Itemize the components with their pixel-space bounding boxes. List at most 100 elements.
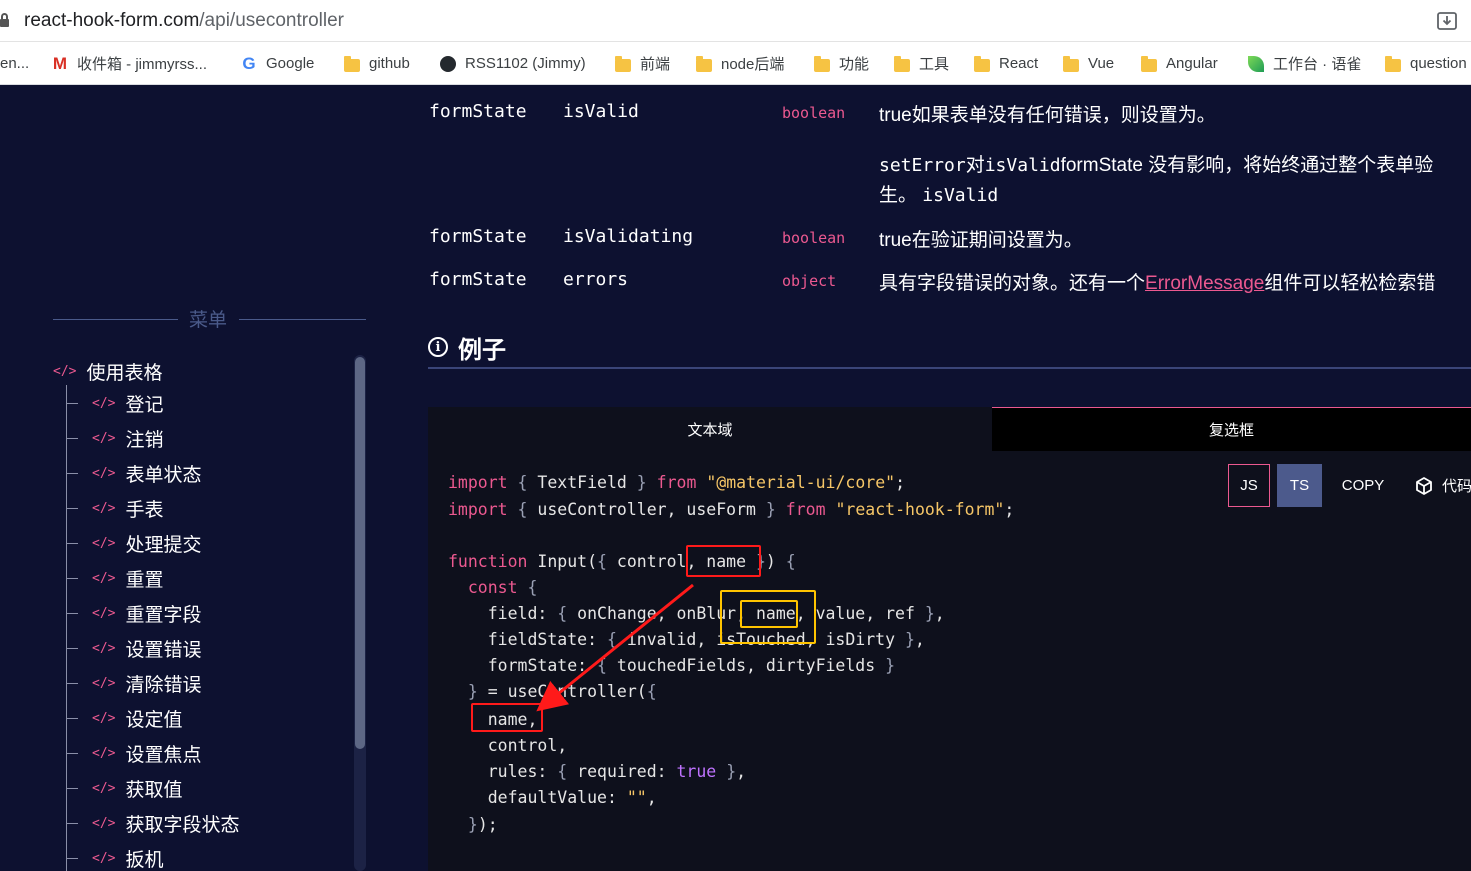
download-icon[interactable] <box>1436 10 1458 32</box>
tab-textfield[interactable]: 文本域 <box>428 407 992 451</box>
prop-type: boolean <box>782 229 846 247</box>
sidebar-item[interactable]: </> 清除错误 <box>66 670 202 696</box>
error-message-link[interactable]: ErrorMessage <box>1145 273 1264 294</box>
lock-icon <box>0 13 9 27</box>
folder-icon <box>814 55 830 72</box>
sidebar-item[interactable]: </> 重置 <box>66 565 164 591</box>
bookmark-item[interactable]: 前端 <box>615 42 670 84</box>
sidebar-item[interactable]: </> 获取值 <box>66 775 183 801</box>
code-line: }); <box>467 815 498 834</box>
sidebar-item[interactable]: </> 设置错误 <box>66 635 202 661</box>
code-line: formState: { touchedFields, dirtyFields … <box>448 656 896 675</box>
sidebar-item[interactable]: </> 处理提交 <box>66 530 202 556</box>
sidebar-section-use-form[interactable]: </> 使用表格 <box>53 358 163 384</box>
ts-button[interactable]: TS <box>1277 464 1322 507</box>
code-tag-icon: </> <box>92 815 116 831</box>
annotation-box-yellow-inner <box>740 600 798 628</box>
tab-checkbox[interactable]: 复选框 <box>992 407 1471 451</box>
bookmark-item[interactable]: github <box>344 42 410 84</box>
sidebar-item[interactable]: </> 手表 <box>66 495 164 521</box>
sidebar-scrollbar-thumb[interactable] <box>355 357 365 749</box>
heading-divider <box>428 367 1471 369</box>
prop-name: isValidating <box>563 226 694 247</box>
bookmark-item[interactable]: RSS1102 (Jimmy) <box>440 42 586 84</box>
bookmark-item[interactable]: G Google <box>241 42 314 84</box>
code-line: import { useController, useForm } from "… <box>448 500 1015 519</box>
annotation-box-red <box>686 545 761 577</box>
code-line: field: { onChange, onBlur, name, value, … <box>448 604 945 623</box>
bookmark-item[interactable]: 工具 <box>894 42 949 84</box>
bookmarks-bar: en... M 收件箱 - jimmyrss... G Google github … <box>0 42 1471 85</box>
code-line: } = useController({ <box>467 682 657 701</box>
sidebar-item[interactable]: </> 获取字段状态 <box>66 810 240 836</box>
sidebar-item[interactable]: </> 扳机 <box>66 845 164 871</box>
bookmark-item[interactable]: question <box>1385 42 1467 84</box>
js-button[interactable]: JS <box>1228 464 1270 507</box>
codesandbox-icon <box>1416 476 1432 495</box>
gmail-icon: M <box>52 53 68 73</box>
prop-group: formState <box>429 269 527 290</box>
folder-icon <box>1141 55 1157 72</box>
bookmark-item[interactable]: 工作台 · 语雀 <box>1248 42 1361 84</box>
address-bar[interactable]: react-hook-form.com/api/usecontroller <box>0 0 1471 42</box>
sidebar-item[interactable]: </> 登记 <box>66 390 164 416</box>
code-tag-icon: </> <box>92 675 116 691</box>
code-tag-icon: </> <box>92 430 116 446</box>
code-tag-icon: </> <box>92 605 116 621</box>
sidebar-menu-title: 菜单 <box>53 304 366 331</box>
bookmark-item[interactable]: en... <box>0 42 29 84</box>
code-line: fieldState: { invalid, isTouched, isDirt… <box>448 630 925 649</box>
annotation-box-red <box>471 703 543 732</box>
code-tag-icon: </> <box>53 363 77 379</box>
prop-desc: 具有字段错误的对象。还有一个ErrorMessage组件可以轻松检索错 <box>879 273 1436 294</box>
code-line: defaultValue: "", <box>448 788 657 807</box>
folder-icon <box>894 55 910 72</box>
code-tag-icon: </> <box>92 395 116 411</box>
codesandbox-button[interactable]: 代码 <box>1414 464 1471 507</box>
code-tag-icon: </> <box>92 535 116 551</box>
example-heading: i 例子 <box>428 331 506 364</box>
sidebar-item[interactable]: </> 表单状态 <box>66 460 202 486</box>
code-line: rules: { required: true }, <box>448 762 747 781</box>
prop-type: object <box>782 272 837 290</box>
code-tag-icon: </> <box>92 745 116 761</box>
sidebar-item[interactable]: </> 重置字段 <box>66 600 202 626</box>
code-tag-icon: </> <box>92 710 116 726</box>
yuque-icon <box>1248 55 1264 72</box>
code-tag-icon: </> <box>92 465 116 481</box>
prop-name: errors <box>563 269 629 290</box>
sidebar-item[interactable]: </> 设置焦点 <box>66 740 202 766</box>
code-line: const { <box>467 578 538 597</box>
code-tag-icon: </> <box>92 640 116 656</box>
prop-desc: true在验证期间设置为。 <box>879 230 1083 251</box>
folder-icon <box>1385 55 1401 72</box>
sidebar-item[interactable]: </> 设定值 <box>66 705 183 731</box>
bookmark-item[interactable]: M 收件箱 - jimmyrss... <box>52 42 207 84</box>
prop-desc: true如果表单没有任何错误，则设置为。 <box>879 105 1216 126</box>
folder-icon <box>1063 55 1079 72</box>
prop-group: formState <box>429 226 527 247</box>
copy-button[interactable]: COPY <box>1334 464 1392 507</box>
bookmark-item[interactable]: node后端 <box>696 42 784 84</box>
code-tag-icon: </> <box>92 570 116 586</box>
folder-icon <box>974 55 990 72</box>
code-tag-icon: </> <box>92 850 116 866</box>
prop-type: boolean <box>782 104 846 122</box>
google-icon: G <box>242 53 256 73</box>
prop-group: formState <box>429 101 527 122</box>
code-line: import { TextField } from "@material-ui/… <box>448 473 906 492</box>
prop-name: isValid <box>563 101 639 122</box>
info-icon: i <box>428 337 448 357</box>
code-tag-icon: </> <box>92 780 116 796</box>
code-tag-icon: </> <box>92 500 116 516</box>
prop-note-line-1: setError对isValidformState 没有影响，将始终通过整个表单… <box>879 155 1434 176</box>
bookmark-item[interactable]: Angular <box>1141 42 1218 84</box>
code-line: control, <box>448 736 568 755</box>
github-icon <box>440 55 456 72</box>
url-text[interactable]: react-hook-form.com/api/usecontroller <box>24 10 344 32</box>
sidebar-item[interactable]: </> 注销 <box>66 425 164 451</box>
bookmark-item[interactable]: 功能 <box>814 42 869 84</box>
prop-note-line-2: 生。 isValid <box>879 185 999 206</box>
bookmark-item[interactable]: Vue <box>1063 42 1114 84</box>
bookmark-item[interactable]: React <box>974 42 1038 84</box>
